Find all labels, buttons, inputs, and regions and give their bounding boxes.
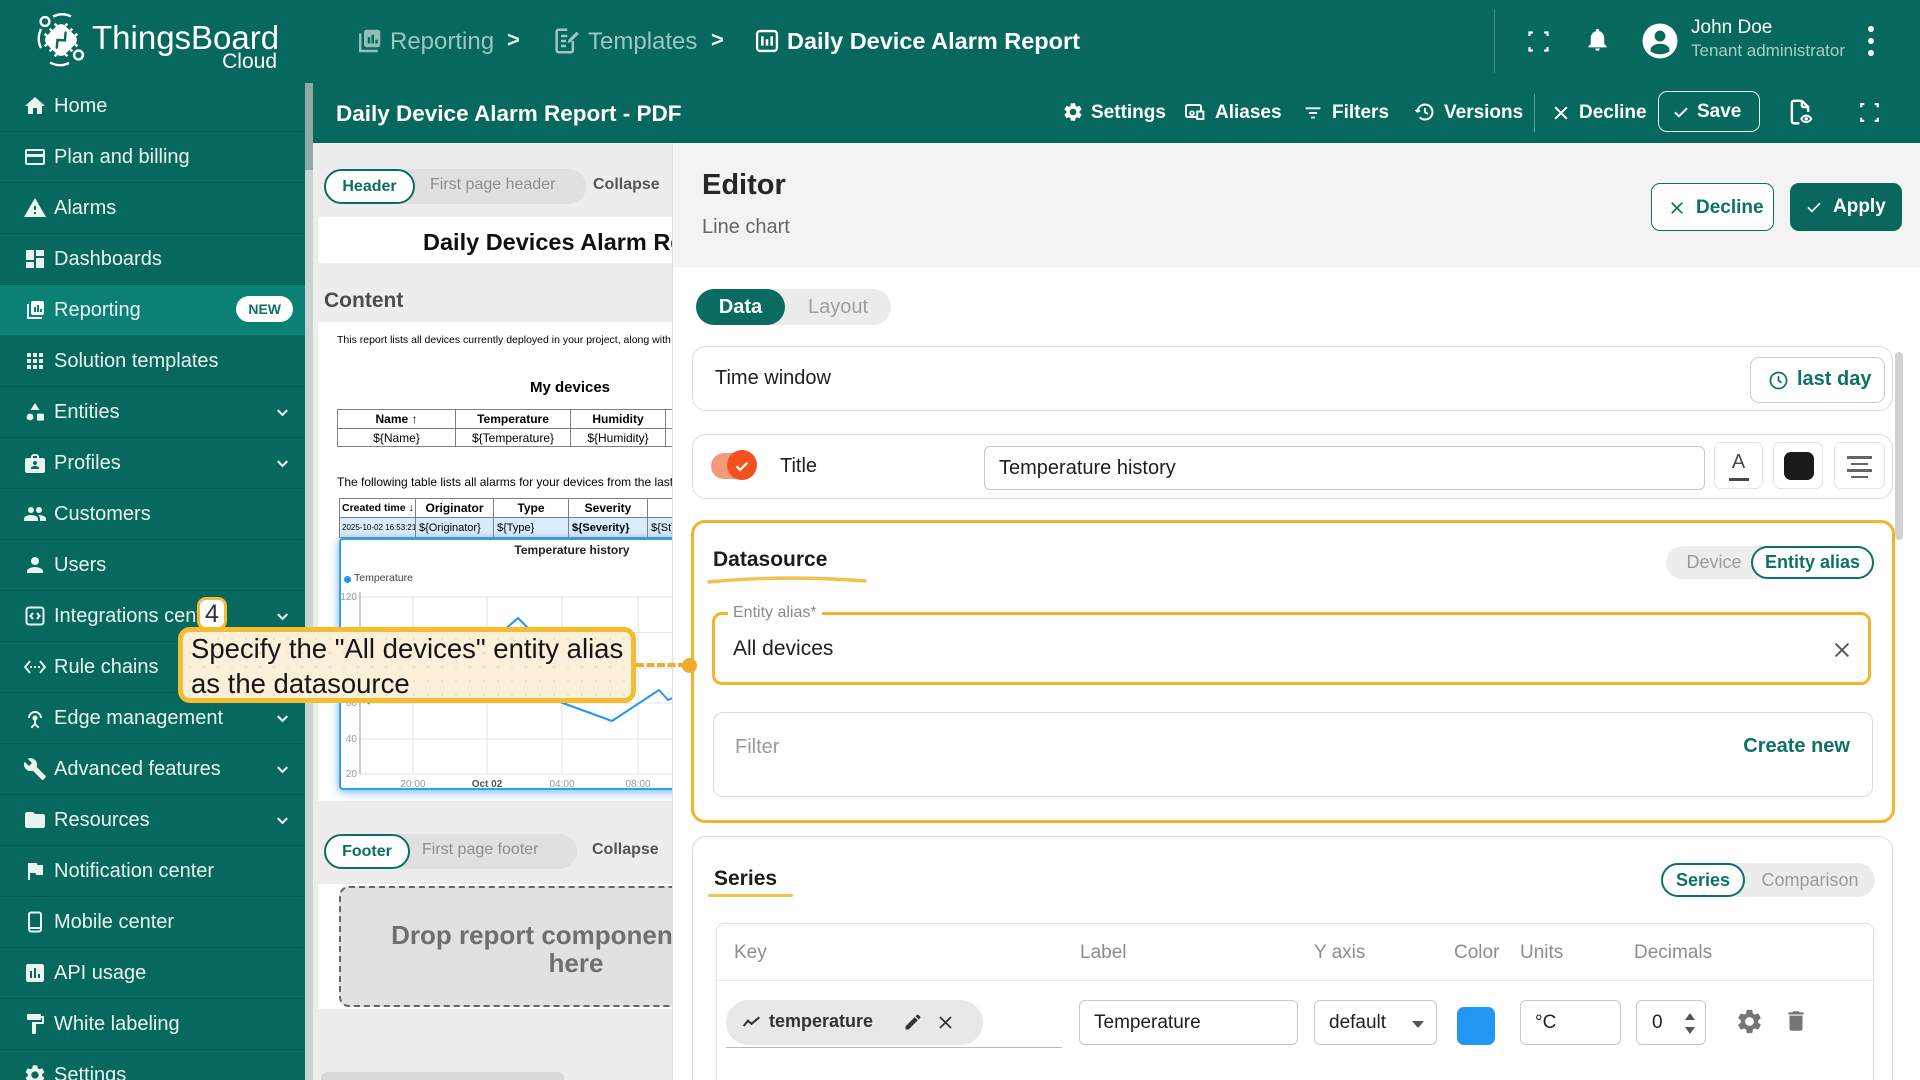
svg-text:20:00: 20:00 (400, 779, 425, 788)
svg-text:04:00: 04:00 (549, 779, 574, 788)
svg-text:120: 120 (341, 592, 357, 603)
svg-text:Oct 02: Oct 02 (472, 779, 503, 788)
svg-text:40: 40 (346, 734, 358, 745)
svg-text:20: 20 (346, 769, 358, 780)
svg-text:08:00: 08:00 (625, 779, 650, 788)
